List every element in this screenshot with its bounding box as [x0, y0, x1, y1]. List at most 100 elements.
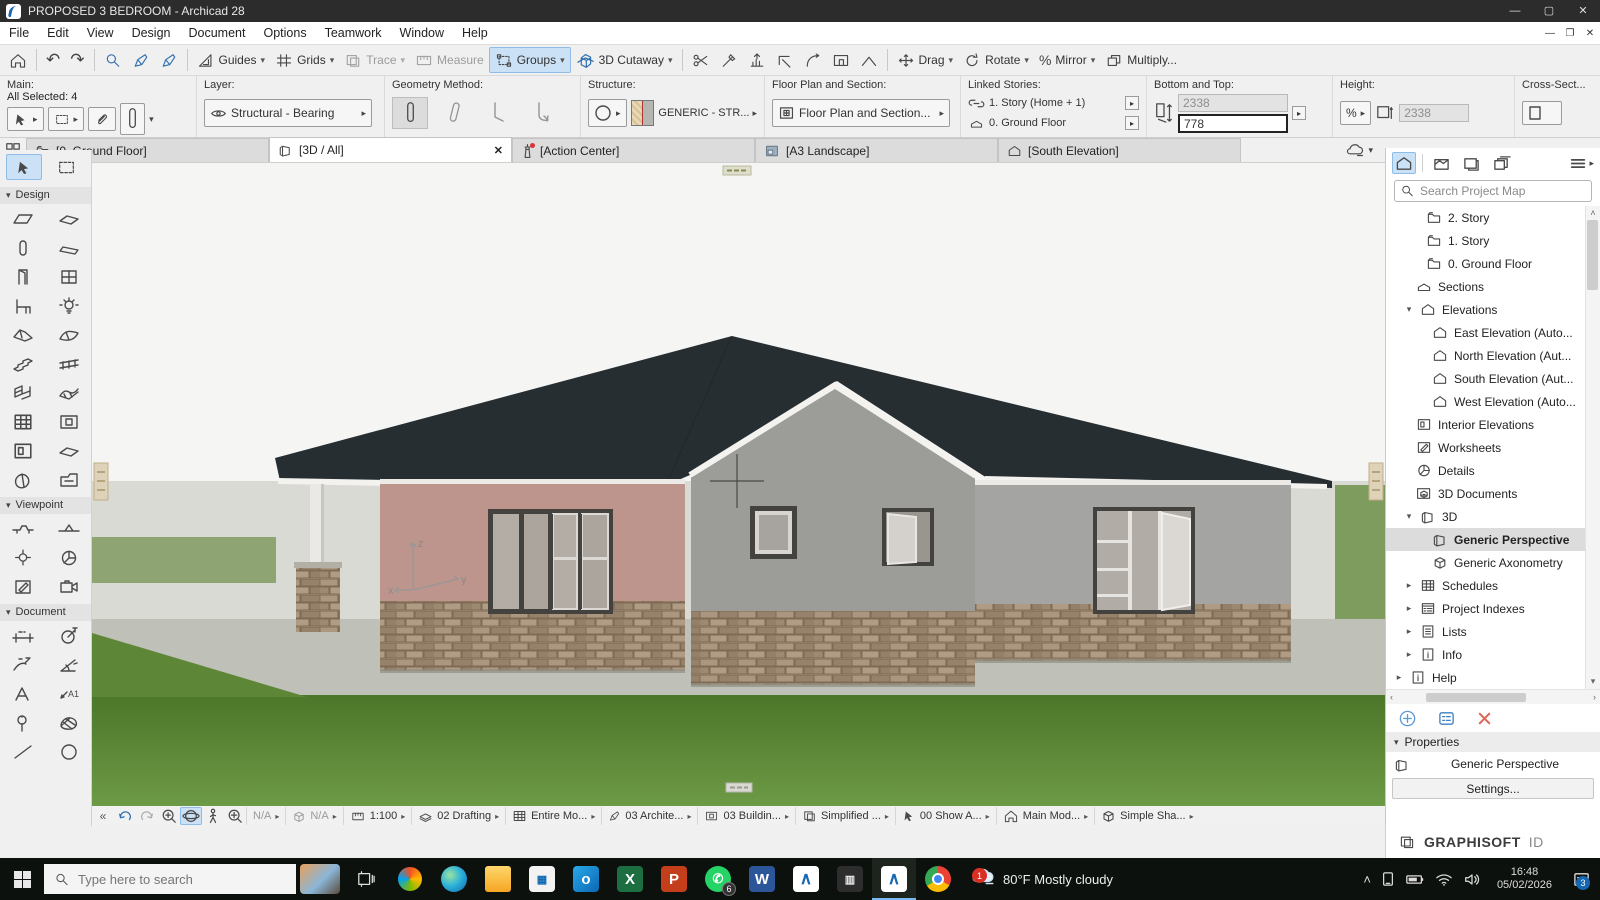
archicad-running-icon[interactable]: ∧ — [872, 858, 916, 900]
undo-button[interactable]: ↶ — [41, 47, 65, 73]
object-tool[interactable] — [1, 291, 45, 320]
tree-vertical-scrollbar[interactable]: ˄ ▾ — [1585, 206, 1600, 689]
trace-button[interactable]: Trace▾ — [339, 47, 410, 73]
center-foundation[interactable] — [691, 611, 975, 685]
news-interests-icon[interactable] — [300, 864, 340, 894]
outlook-icon[interactable]: o — [564, 858, 608, 900]
cutplane-handle-right[interactable] — [1369, 463, 1383, 500]
left-lawn[interactable] — [92, 537, 276, 583]
tab-3d-all[interactable]: [3D / All] ✕ — [269, 137, 512, 162]
start-button[interactable] — [0, 858, 44, 900]
stone-pillar[interactable] — [294, 562, 342, 632]
inject-parameters-button[interactable] — [155, 47, 183, 73]
cross-section-button[interactable] — [1522, 101, 1562, 125]
doc-close-button[interactable]: ✕ — [1580, 28, 1600, 39]
fit-in-window-button[interactable] — [224, 807, 246, 825]
zoom-preset-combo[interactable]: N/A▸ — [246, 807, 285, 825]
powerpoint-icon[interactable]: P — [652, 858, 696, 900]
current-tool-column-button[interactable] — [120, 103, 145, 135]
toolbox-design-header[interactable]: ▾Design — [0, 187, 91, 204]
battery-icon[interactable] — [1405, 873, 1425, 886]
line-tool[interactable] — [1, 737, 45, 766]
cutplane-handle-top[interactable] — [723, 166, 751, 175]
shell-tool[interactable] — [47, 320, 91, 349]
door-tool[interactable] — [1, 262, 45, 291]
3d-cutaway-button[interactable]: 3D Cutaway▾ — [571, 47, 678, 73]
properties-header[interactable]: ▾ Properties — [1386, 732, 1600, 752]
dimension-style-combo[interactable]: 03 Archite...▸ — [601, 807, 697, 825]
scroll-thumb[interactable] — [1587, 220, 1598, 290]
radial-dimension-tool[interactable] — [47, 621, 91, 650]
attach-button[interactable] — [88, 107, 116, 131]
zone-tool[interactable] — [47, 465, 91, 494]
elevation-tool[interactable] — [47, 514, 91, 543]
level-dimension-tool[interactable] — [1, 650, 45, 679]
right-lawn[interactable] — [1335, 485, 1385, 621]
marquee-tool[interactable] — [48, 154, 84, 180]
tree-item-east-elevation[interactable]: East Elevation (Auto... — [1386, 321, 1600, 344]
detail-tool[interactable] — [47, 543, 91, 572]
menu-document[interactable]: Document — [180, 22, 255, 45]
tree-item-details[interactable]: Details — [1386, 459, 1600, 482]
tree-item-story-2[interactable]: 2. Story — [1386, 206, 1600, 229]
marquee-select-button[interactable]: ▸ — [48, 107, 85, 131]
measure-button[interactable]: Measure — [410, 47, 489, 73]
menu-design[interactable]: Design — [123, 22, 180, 45]
pen-set-combo[interactable]: 02 Drafting▸ — [411, 807, 505, 825]
tree-item-help[interactable]: ▸Help — [1386, 666, 1600, 689]
edge-icon[interactable] — [432, 858, 476, 900]
zone-stamp-tool[interactable] — [1, 708, 45, 737]
elevate-button[interactable] — [743, 47, 771, 73]
clock[interactable]: 16:48 05/02/2026 — [1491, 866, 1558, 892]
guides-button[interactable]: Guides▾ — [192, 47, 271, 73]
column-tool[interactable] — [1, 233, 45, 262]
right-window-unit[interactable] — [1093, 507, 1195, 614]
lamp-tool[interactable] — [47, 291, 91, 320]
trim-button[interactable] — [771, 47, 799, 73]
mesh-tool[interactable] — [47, 378, 91, 407]
design-option-combo[interactable]: Main Mod...▸ — [996, 807, 1094, 825]
scale-combo[interactable]: 1:100▸ — [343, 807, 412, 825]
volume-icon[interactable] — [1463, 872, 1481, 887]
doc-minimize-button[interactable]: — — [1540, 28, 1560, 39]
pickup-parameters-button[interactable] — [127, 47, 155, 73]
publisher-button[interactable] — [1489, 152, 1513, 174]
curtain-wall-tool[interactable] — [1, 378, 45, 407]
graphic-override-combo[interactable]: Simplified ...▸ — [795, 807, 895, 825]
corner-window-tool[interactable] — [1, 436, 45, 465]
phone-link-icon[interactable] — [1381, 871, 1395, 887]
3d-viewport[interactable]: z y x — [92, 163, 1385, 806]
gable-window-left[interactable] — [750, 506, 797, 559]
home-story-caret[interactable]: ▸ — [1125, 116, 1139, 130]
tab-a3-landscape[interactable]: [A3 Landscape] — [755, 138, 998, 162]
excel-icon[interactable]: X — [608, 858, 652, 900]
mirror-button[interactable]: %Mirror▾ — [1034, 47, 1100, 73]
archicad-start-icon[interactable]: ∧ — [784, 858, 828, 900]
tree-item-south-elevation[interactable]: South Elevation (Aut... — [1386, 367, 1600, 390]
tree-horizontal-scrollbar[interactable]: ‹ › — [1386, 689, 1600, 704]
fillet-button[interactable] — [799, 47, 827, 73]
chrome-icon[interactable] — [916, 858, 960, 900]
tree-item-3d[interactable]: ▾3D — [1386, 505, 1600, 528]
project-map-button[interactable] — [1392, 152, 1416, 174]
wall-opening-button[interactable] — [827, 47, 855, 73]
curtain-grid-tool[interactable] — [1, 407, 45, 436]
minimize-button[interactable]: — — [1498, 0, 1532, 22]
view-map-button[interactable] — [1429, 152, 1453, 174]
scroll-thumb[interactable] — [1426, 693, 1526, 702]
top-link-value[interactable]: 1. Story (Home + 1) — [989, 97, 1121, 109]
text-tool[interactable] — [1, 679, 45, 708]
interior-elevation-tool[interactable] — [1, 543, 45, 572]
gable-window-right[interactable] — [882, 508, 934, 566]
tree-item-generic-perspective[interactable]: Generic Perspective — [1386, 528, 1600, 551]
railing-tool[interactable] — [47, 349, 91, 378]
redo-button[interactable]: ↷ — [65, 47, 89, 73]
geometry-slanted-button[interactable] — [436, 97, 472, 129]
tree-item-lists[interactable]: ▸Lists — [1386, 620, 1600, 643]
material-swatch[interactable] — [631, 100, 655, 126]
label-tool[interactable] — [47, 679, 91, 708]
taskbar-search[interactable] — [44, 864, 296, 894]
view-settings-button[interactable] — [1437, 710, 1456, 727]
arrow-tool[interactable] — [6, 154, 42, 180]
layer-combination-combo[interactable]: Entire Mo...▸ — [505, 807, 601, 825]
